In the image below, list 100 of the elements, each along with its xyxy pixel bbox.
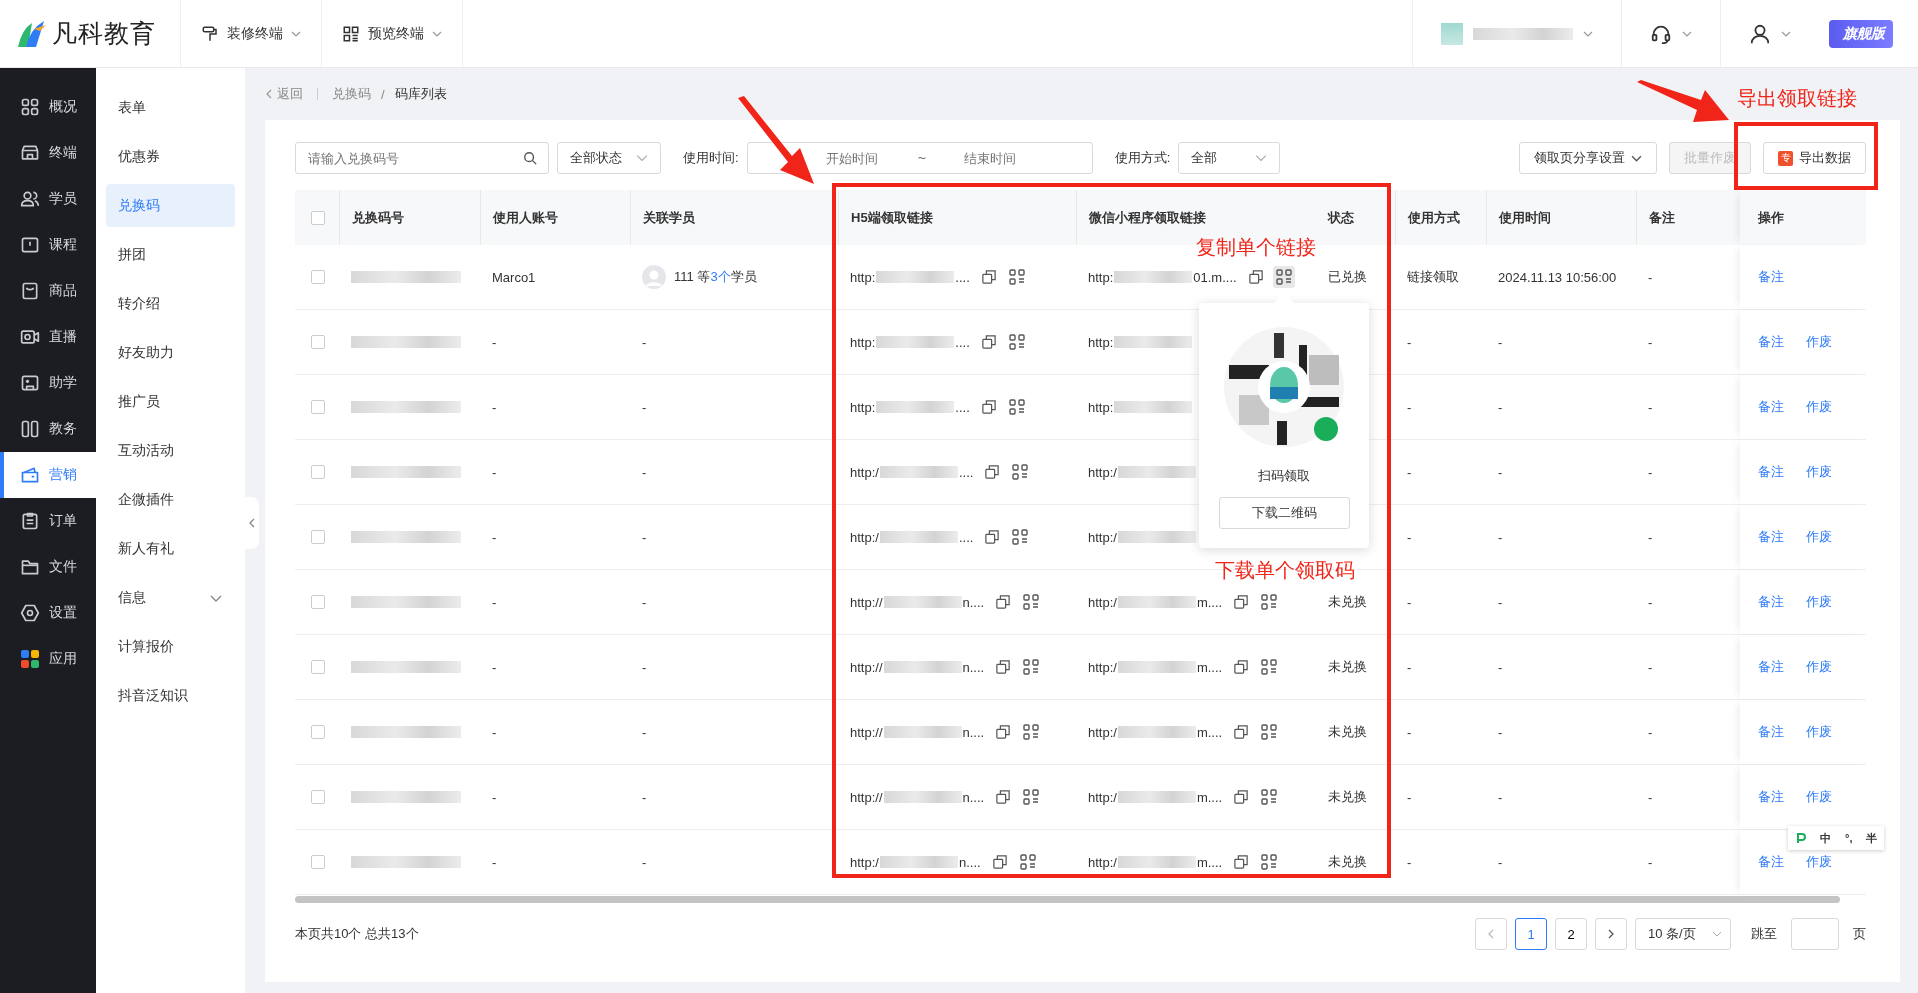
nav-item[interactable]: 订单 bbox=[0, 498, 96, 544]
nav-item[interactable]: 营销 bbox=[0, 452, 96, 498]
row-action-link[interactable]: 作废 bbox=[1806, 333, 1832, 351]
submenu-item[interactable]: 好友助力 bbox=[106, 331, 235, 374]
row-action-link[interactable]: 备注 bbox=[1758, 528, 1784, 546]
terminal-menu[interactable]: 预览终端 bbox=[321, 0, 463, 67]
nav-item[interactable]: 课程 bbox=[0, 222, 96, 268]
nav-item[interactable]: 助学 bbox=[0, 360, 96, 406]
date-range-field[interactable]: 开始时间 ~ 结束时间 bbox=[746, 142, 1093, 174]
ime-indicator[interactable]: °, bbox=[1845, 832, 1853, 844]
horizontal-scrollbar[interactable] bbox=[295, 896, 1840, 903]
export-button[interactable]: 专 导出数据 bbox=[1763, 142, 1866, 174]
chevron-down-icon bbox=[1712, 929, 1722, 939]
page-button[interactable]: 1 bbox=[1515, 918, 1547, 950]
row-action-link[interactable]: 作废 bbox=[1806, 853, 1832, 871]
copy-icon[interactable] bbox=[996, 660, 1011, 674]
nav-item[interactable]: 概况 bbox=[0, 68, 96, 130]
copy-icon[interactable] bbox=[981, 270, 996, 284]
link-text: http:/ bbox=[850, 854, 879, 870]
row-action-link[interactable]: 作废 bbox=[1806, 528, 1832, 546]
submenu-item[interactable]: 新人有礼 bbox=[106, 527, 235, 570]
row-checkbox[interactable] bbox=[311, 855, 325, 869]
submenu-item[interactable]: 表单 bbox=[106, 86, 235, 129]
row-action-link[interactable]: 备注 bbox=[1758, 593, 1784, 611]
copy-icon[interactable] bbox=[1234, 855, 1249, 869]
status-select[interactable]: 全部状态 bbox=[557, 142, 661, 174]
submenu-item[interactable]: 计算报价 bbox=[106, 625, 235, 668]
submenu-item[interactable]: 抖音泛知识 bbox=[106, 674, 235, 717]
link-text: .... bbox=[955, 269, 970, 285]
copy-icon[interactable] bbox=[1234, 790, 1249, 804]
ime-indicator[interactable]: 中 bbox=[1820, 830, 1832, 846]
row-action-link[interactable]: 备注 bbox=[1758, 853, 1784, 871]
sidebar-collapse-handle[interactable] bbox=[245, 497, 259, 549]
row-action-link[interactable]: 作废 bbox=[1806, 463, 1832, 481]
column-header: 使用人账号 bbox=[493, 208, 558, 227]
copy-icon[interactable] bbox=[1234, 660, 1249, 674]
row-checkbox[interactable] bbox=[311, 465, 325, 479]
nav-item[interactable]: 教务 bbox=[0, 406, 96, 452]
submenu-item[interactable]: 信息 bbox=[106, 576, 235, 619]
copy-icon[interactable] bbox=[985, 530, 1000, 544]
row-checkbox[interactable] bbox=[311, 530, 325, 544]
search-field[interactable]: 请输入兑换码号 bbox=[295, 142, 549, 174]
row-checkbox[interactable] bbox=[311, 725, 325, 739]
row-action-link[interactable]: 备注 bbox=[1758, 658, 1784, 676]
row-action-link[interactable]: 备注 bbox=[1758, 788, 1784, 806]
copy-icon[interactable] bbox=[985, 465, 1000, 479]
ime-indicator[interactable]: 半 bbox=[1866, 830, 1878, 846]
share-settings-button[interactable]: 领取页分享设置 bbox=[1519, 142, 1657, 174]
page-size-select[interactable]: 10 条/页 bbox=[1635, 918, 1731, 950]
submenu-item[interactable]: 拼团 bbox=[106, 233, 235, 276]
submenu-item[interactable]: 兑换码 bbox=[106, 184, 235, 227]
nav-item[interactable]: 设置 bbox=[0, 590, 96, 636]
row-action-link[interactable]: 备注 bbox=[1758, 463, 1784, 481]
end-date-input[interactable]: 结束时间 bbox=[961, 144, 1066, 172]
submenu-item[interactable]: 互动活动 bbox=[106, 429, 235, 472]
method-select[interactable]: 全部 bbox=[1178, 142, 1281, 174]
row-action-link[interactable]: 作废 bbox=[1806, 723, 1832, 741]
page-jump-field[interactable] bbox=[1791, 918, 1839, 950]
row-checkbox[interactable] bbox=[311, 400, 325, 414]
row-action-link[interactable]: 作废 bbox=[1806, 658, 1832, 676]
start-date-input[interactable]: 开始时间 bbox=[823, 144, 908, 172]
nav-item[interactable]: 应用 bbox=[0, 636, 96, 682]
row-checkbox[interactable] bbox=[311, 270, 325, 284]
download-qr-button[interactable]: 下载二维码 bbox=[1218, 497, 1350, 529]
row-checkbox[interactable] bbox=[311, 660, 325, 674]
page-unit-label: 页 bbox=[1853, 925, 1866, 943]
nav-item[interactable]: 直播 bbox=[0, 314, 96, 360]
copy-icon[interactable] bbox=[996, 790, 1011, 804]
row-action-link[interactable]: 作废 bbox=[1806, 788, 1832, 806]
row-checkbox[interactable] bbox=[311, 595, 325, 609]
row-action-link[interactable]: 备注 bbox=[1758, 268, 1784, 286]
nav-item[interactable]: 商品 bbox=[0, 268, 96, 314]
copy-icon[interactable] bbox=[1234, 595, 1249, 609]
submenu-item[interactable]: 转介绍 bbox=[106, 282, 235, 325]
table-cell: - bbox=[1407, 724, 1412, 740]
row-action-link[interactable]: 备注 bbox=[1758, 333, 1784, 351]
copy-icon[interactable] bbox=[1248, 270, 1263, 284]
select-all-checkbox[interactable] bbox=[311, 210, 325, 225]
nav-item[interactable]: 终端 bbox=[0, 130, 96, 176]
student-count-link[interactable]: 3个 bbox=[710, 269, 731, 284]
row-action-link[interactable]: 备注 bbox=[1758, 723, 1784, 741]
submenu-item[interactable]: 企微插件 bbox=[106, 478, 235, 521]
row-action-link[interactable]: 备注 bbox=[1758, 398, 1784, 416]
copy-icon[interactable] bbox=[992, 855, 1007, 869]
submenu-item[interactable]: 优惠券 bbox=[106, 135, 235, 178]
qr-code-icon[interactable] bbox=[1272, 266, 1295, 288]
nav-item[interactable]: 文件 bbox=[0, 544, 96, 590]
copy-icon[interactable] bbox=[996, 595, 1011, 609]
copy-icon[interactable] bbox=[996, 725, 1011, 739]
copy-icon[interactable] bbox=[981, 400, 996, 414]
row-action-link[interactable]: 作废 bbox=[1806, 593, 1832, 611]
row-checkbox[interactable] bbox=[311, 335, 325, 349]
submenu-item[interactable]: 推广员 bbox=[106, 380, 235, 423]
row-checkbox[interactable] bbox=[311, 790, 325, 804]
page-button[interactable]: 2 bbox=[1555, 918, 1587, 950]
nav-item[interactable]: 学员 bbox=[0, 176, 96, 222]
link-text: http:/ bbox=[1088, 854, 1117, 870]
copy-icon[interactable] bbox=[1234, 725, 1249, 739]
copy-icon[interactable] bbox=[981, 335, 996, 349]
row-action-link[interactable]: 作废 bbox=[1806, 398, 1832, 416]
